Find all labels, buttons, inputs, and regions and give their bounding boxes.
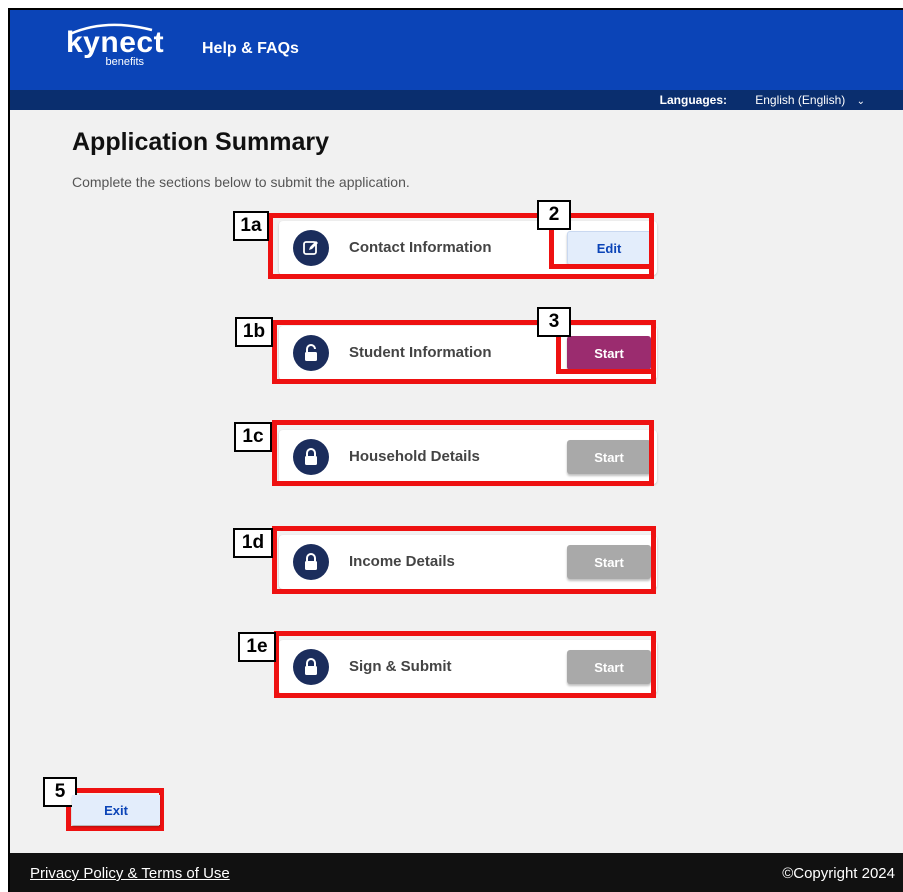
language-bar: Languages: English (English) ⌄ <box>10 90 903 110</box>
app-window: kynect benefits Help & FAQs Languages: E… <box>8 8 903 892</box>
annotation-box-1c <box>272 420 654 486</box>
callout-2: 2 <box>537 200 571 230</box>
callout-1e: 1e <box>238 632 276 662</box>
kynect-logo[interactable]: kynect benefits <box>66 23 164 68</box>
language-selected-value: English (English) <box>755 93 846 107</box>
annotation-box-1d <box>272 526 656 594</box>
languages-label: Languages: <box>659 93 727 107</box>
exit-button[interactable]: Exit <box>72 795 160 825</box>
copyright-text: ©Copyright 2024 <box>782 865 895 882</box>
page-subtitle: Complete the sections below to submit th… <box>72 174 410 190</box>
logo-swoosh-icon <box>69 23 153 36</box>
callout-3: 3 <box>537 307 571 337</box>
callout-1a: 1a <box>233 211 269 241</box>
callout-1c: 1c <box>234 422 272 452</box>
callout-1b: 1b <box>235 317 273 347</box>
chevron-down-icon: ⌄ <box>856 96 865 107</box>
help-faqs-link[interactable]: Help & FAQs <box>202 40 299 58</box>
callout-1d: 1d <box>233 528 273 558</box>
annotation-box-3 <box>556 320 656 374</box>
page-title: Application Summary <box>72 128 329 156</box>
language-select[interactable]: English (English) ⌄ <box>755 93 865 107</box>
top-navbar: kynect benefits Help & FAQs <box>10 10 903 90</box>
footer: Privacy Policy & Terms of Use ©Copyright… <box>10 853 903 892</box>
annotation-box-1e <box>274 631 656 698</box>
privacy-policy-link[interactable]: Privacy Policy & Terms of Use <box>30 865 230 882</box>
